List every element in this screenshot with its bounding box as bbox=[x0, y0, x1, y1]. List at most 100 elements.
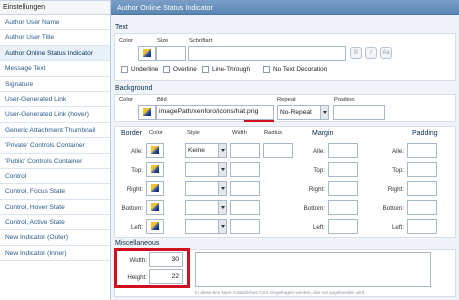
border-left-color-swatch-icon[interactable] bbox=[151, 222, 159, 230]
margin-top-input[interactable] bbox=[328, 162, 358, 177]
border-left-style-select[interactable] bbox=[185, 219, 227, 234]
padding-all-label: Alle: bbox=[391, 148, 404, 155]
background-repeat-value: No-Repeat bbox=[280, 109, 312, 116]
border-bottom-width-input[interactable] bbox=[230, 200, 260, 215]
text-section-heading: Text bbox=[115, 24, 128, 31]
overline-checkbox[interactable] bbox=[163, 66, 170, 73]
padding-top-input[interactable] bbox=[407, 162, 437, 177]
padding-bottom-input[interactable] bbox=[407, 200, 437, 215]
bold-button[interactable]: B bbox=[350, 47, 362, 59]
border-all-style-select[interactable]: Keine bbox=[185, 143, 227, 158]
margin-right-input[interactable] bbox=[328, 181, 358, 196]
padding-bottom-label: Bottom: bbox=[382, 205, 404, 212]
background-section-heading: Background bbox=[115, 85, 153, 92]
width-label: Width: bbox=[129, 257, 147, 264]
chevron-down-icon[interactable] bbox=[218, 163, 226, 176]
height-label: Height: bbox=[127, 274, 147, 281]
sidebar-item-control-active-state[interactable]: Control, Active State bbox=[0, 215, 110, 231]
padding-all-input[interactable] bbox=[407, 143, 437, 158]
misc-section-heading: Miscellaneous bbox=[115, 240, 160, 247]
sidebar-item-public-controls-container[interactable]: 'Public' Controls Container bbox=[0, 154, 110, 169]
border-all-radius-input[interactable] bbox=[263, 143, 293, 158]
overline-label: Overline bbox=[173, 66, 197, 73]
padding-right-input[interactable] bbox=[407, 181, 437, 196]
border-right-style-select[interactable] bbox=[185, 181, 227, 196]
extra-css-textarea[interactable] bbox=[195, 252, 431, 287]
chevron-down-icon[interactable] bbox=[218, 144, 226, 157]
sidebar-item-author-user-title[interactable]: Author User Title bbox=[0, 30, 110, 46]
background-repeat-select[interactable]: No-Repeat bbox=[277, 105, 329, 120]
panel-title: Author Online Status Indicator bbox=[111, 0, 459, 15]
border-section-heading: Border bbox=[121, 130, 143, 137]
line-through-label: Line-Through bbox=[212, 66, 251, 73]
background-color-swatch-icon[interactable] bbox=[143, 108, 151, 116]
margin-left-label: Left: bbox=[312, 224, 325, 231]
text-font-input[interactable] bbox=[188, 46, 346, 61]
border-all-width-input[interactable] bbox=[230, 143, 260, 158]
border-top-style-select[interactable] bbox=[185, 162, 227, 177]
margin-bottom-label: Bottom: bbox=[303, 205, 325, 212]
sidebar-item-signature[interactable]: Signature bbox=[0, 77, 110, 92]
chevron-down-icon[interactable] bbox=[320, 106, 328, 119]
margin-right-label: Right: bbox=[308, 186, 325, 193]
line-through-checkbox[interactable] bbox=[202, 66, 209, 73]
margin-left-input[interactable] bbox=[328, 219, 358, 234]
sidebar-item-author-online-status-indicator[interactable]: Author Online Status Indicator bbox=[0, 45, 110, 62]
border-left-width-input[interactable] bbox=[230, 219, 260, 234]
text-color-label: Color bbox=[119, 38, 133, 44]
border-top-label: Top: bbox=[131, 167, 143, 174]
margin-section-heading: Margin bbox=[312, 130, 334, 137]
sidebar-item-control-hover-state[interactable]: Control, Hover State bbox=[0, 200, 110, 216]
chevron-down-icon[interactable] bbox=[218, 182, 226, 195]
sidebar-item-new-indicator-inner[interactable]: New Indicator (Inner) bbox=[0, 246, 110, 262]
chevron-down-icon[interactable] bbox=[218, 201, 226, 214]
text-size-input[interactable] bbox=[156, 46, 186, 61]
border-style-label: Style bbox=[187, 130, 200, 136]
italic-button[interactable]: I bbox=[365, 47, 377, 59]
border-right-width-input[interactable] bbox=[230, 181, 260, 196]
image-filename-underline bbox=[244, 120, 274, 122]
sidebar-header: Einstellungen bbox=[0, 0, 110, 15]
sidebar-item-control[interactable]: Control bbox=[0, 169, 110, 185]
background-position-label: Position bbox=[334, 97, 355, 103]
background-image-value: imagePath/xenforo/icons/hat.png bbox=[159, 108, 259, 115]
border-top-color-swatch-icon[interactable] bbox=[151, 165, 159, 173]
sidebar-item-message-text[interactable]: Message Text bbox=[0, 61, 110, 77]
sidebar-item-author-user-name[interactable]: Author User Name bbox=[0, 15, 110, 31]
border-right-color-swatch-icon[interactable] bbox=[151, 184, 159, 192]
background-image-label: Bild bbox=[157, 97, 167, 103]
sidebar-item-user-generated-link[interactable]: User-Generated Link bbox=[0, 92, 110, 108]
margin-all-input[interactable] bbox=[328, 143, 358, 158]
padding-section-heading: Padding bbox=[412, 130, 438, 137]
underline-checkbox[interactable] bbox=[121, 66, 128, 73]
background-position-input[interactable] bbox=[333, 105, 385, 120]
border-radius-label: Radius bbox=[264, 130, 283, 136]
sidebar-item-control-focus-state[interactable]: Control, Focus State bbox=[0, 184, 110, 200]
border-top-width-input[interactable] bbox=[230, 162, 260, 177]
margin-all-label: Alle: bbox=[312, 148, 325, 155]
margin-bottom-input[interactable] bbox=[328, 200, 358, 215]
sidebar-item-generic-attachment-thumbnail[interactable]: Generic Attachment Thumbnail bbox=[0, 123, 110, 139]
background-color-label: Color bbox=[119, 97, 133, 103]
text-color-swatch-icon[interactable] bbox=[143, 49, 151, 57]
padding-left-input[interactable] bbox=[407, 219, 437, 234]
sidebar-item-private-controls-container[interactable]: 'Private' Controls Container bbox=[0, 138, 110, 154]
sidebar-item-new-indicator-outer[interactable]: New Indicator (Outer) bbox=[0, 230, 110, 246]
border-style-value: Keine bbox=[188, 147, 205, 154]
font-size-button[interactable]: Aa bbox=[380, 47, 392, 59]
border-color-label: Color bbox=[149, 130, 163, 136]
border-width-label: Width bbox=[232, 130, 247, 136]
text-size-label: Size bbox=[157, 38, 169, 44]
background-repeat-label: Repeat bbox=[277, 97, 296, 103]
border-all-color-swatch-icon[interactable] bbox=[151, 146, 159, 154]
chevron-down-icon[interactable] bbox=[218, 220, 226, 233]
underline-label: Underline bbox=[131, 66, 159, 73]
border-bottom-color-swatch-icon[interactable] bbox=[151, 203, 159, 211]
padding-top-label: Top: bbox=[392, 167, 404, 174]
sidebar-item-user-generated-link-hover[interactable]: User-Generated Link (hover) bbox=[0, 107, 110, 123]
border-bottom-style-select[interactable] bbox=[185, 200, 227, 215]
padding-left-label: Left: bbox=[391, 224, 404, 231]
no-text-decoration-checkbox[interactable] bbox=[263, 66, 270, 73]
extra-css-hint: In diese Box kann zusätzliches CSS einge… bbox=[195, 290, 366, 295]
text-font-label: Schriftart bbox=[189, 38, 213, 44]
